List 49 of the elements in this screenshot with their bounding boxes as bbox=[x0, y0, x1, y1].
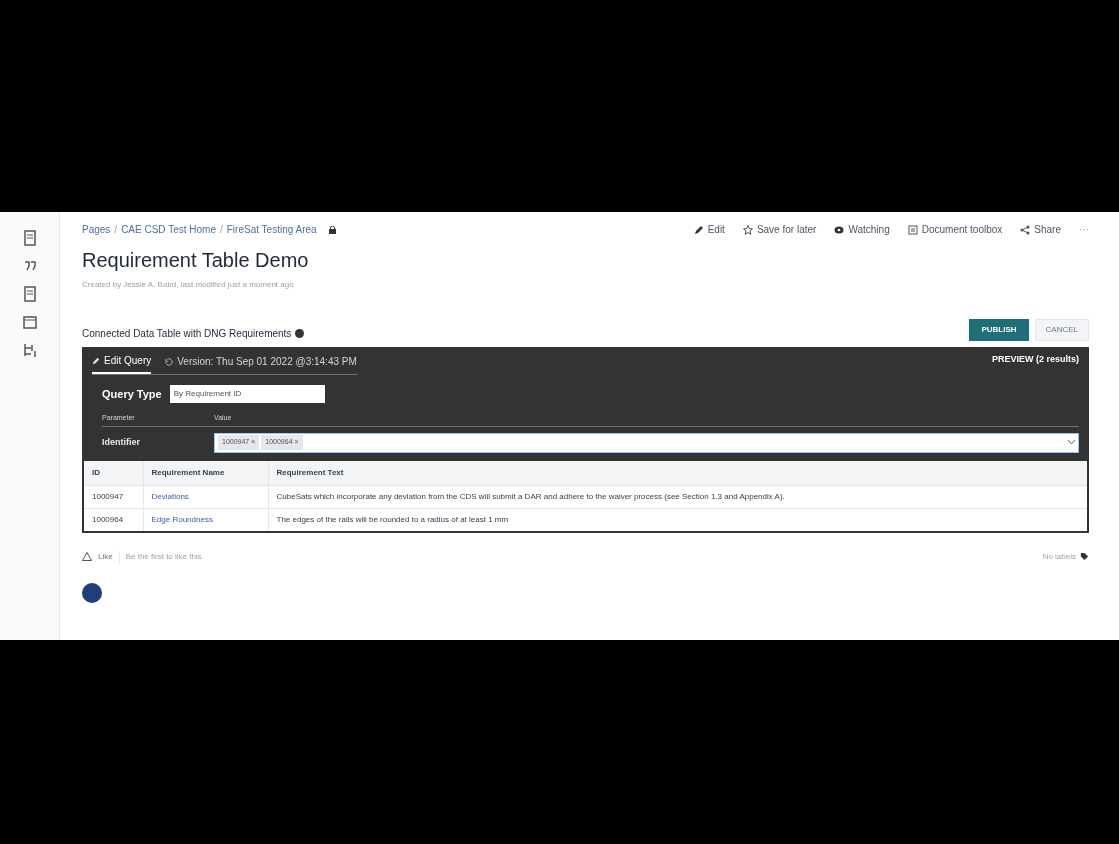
query-tab[interactable]: Edit Query bbox=[92, 353, 152, 374]
breadcrumb-separator: / bbox=[220, 223, 223, 237]
column-header: Requirement Name bbox=[143, 460, 268, 485]
avatar-icon bbox=[82, 582, 102, 603]
history-icon bbox=[165, 357, 174, 366]
page-icon[interactable] bbox=[21, 230, 38, 246]
page-title: Requirement Table Demo bbox=[82, 248, 310, 273]
query-tab[interactable]: Version: Thu Sep 01 2022 @3:14:43 PM bbox=[165, 353, 357, 374]
macro-heading: Connected Data Table with DNG Requirements bbox=[82, 327, 292, 341]
requirement-link[interactable]: Deviations bbox=[151, 491, 189, 501]
preview-label: PREVIEW (2 results) bbox=[991, 353, 1079, 366]
breadcrumb-link[interactable]: Pages bbox=[82, 222, 111, 237]
page-action-button[interactable]: Edit bbox=[693, 222, 725, 237]
pencil-icon bbox=[693, 224, 704, 235]
calendar-icon[interactable] bbox=[21, 314, 38, 330]
page-action-button[interactable]: Document toolbox bbox=[907, 222, 1003, 237]
pencil-icon bbox=[92, 356, 100, 365]
table-cell: 1000947 bbox=[83, 485, 143, 508]
page-action-button[interactable]: Watching bbox=[834, 222, 890, 237]
like-hint: Be the first to like this bbox=[118, 550, 202, 563]
table-cell: CubeSats which incorporate any deviation from the CDS will submit a DAR and adhere to the waiver process (see Section 1.3 and Appendix A). bbox=[268, 485, 1088, 508]
table-cell: 1000964 bbox=[83, 508, 143, 532]
eye-icon bbox=[834, 224, 845, 235]
lock-icon[interactable] bbox=[328, 225, 336, 234]
tag-icon[interactable] bbox=[1080, 552, 1089, 561]
column-header: Requirement Text bbox=[268, 460, 1088, 485]
column-header: ID bbox=[83, 460, 143, 485]
publish-button[interactable]: PUBLISH bbox=[969, 319, 1029, 341]
table-cell: The edges of the rails will be rounded to a radius of at least 1 mm bbox=[268, 508, 1088, 532]
page-icon[interactable] bbox=[21, 286, 38, 302]
tree-icon[interactable] bbox=[21, 342, 38, 358]
byline: Created by Jessie A. Baird, last modified just a moment ago bbox=[82, 279, 295, 291]
breadcrumb-separator: / bbox=[114, 223, 118, 237]
dropdown-caret-icon bbox=[1068, 440, 1075, 445]
star-icon bbox=[742, 224, 753, 235]
like-icon[interactable] bbox=[82, 552, 92, 561]
share-icon bbox=[1020, 224, 1031, 235]
parameter-name: Identifier bbox=[102, 435, 141, 449]
page-action-button[interactable]: Save for later bbox=[742, 222, 817, 237]
document-icon bbox=[907, 224, 918, 235]
breadcrumb-link[interactable]: CAE CSD Test Home bbox=[121, 222, 216, 237]
labels-text: No labels bbox=[1042, 550, 1076, 563]
cancel-button[interactable]: CANCEL bbox=[1034, 319, 1089, 341]
query-type-select[interactable]: By Requirement ID bbox=[169, 385, 325, 403]
like-link[interactable]: Like bbox=[98, 550, 113, 563]
breadcrumb-link[interactable]: FireSat Testing Area bbox=[226, 222, 317, 237]
page-action-button[interactable]: Share bbox=[1020, 222, 1061, 237]
requirement-link[interactable]: Edge Roundness bbox=[151, 514, 213, 524]
query-type-label: Query Type bbox=[102, 386, 162, 402]
